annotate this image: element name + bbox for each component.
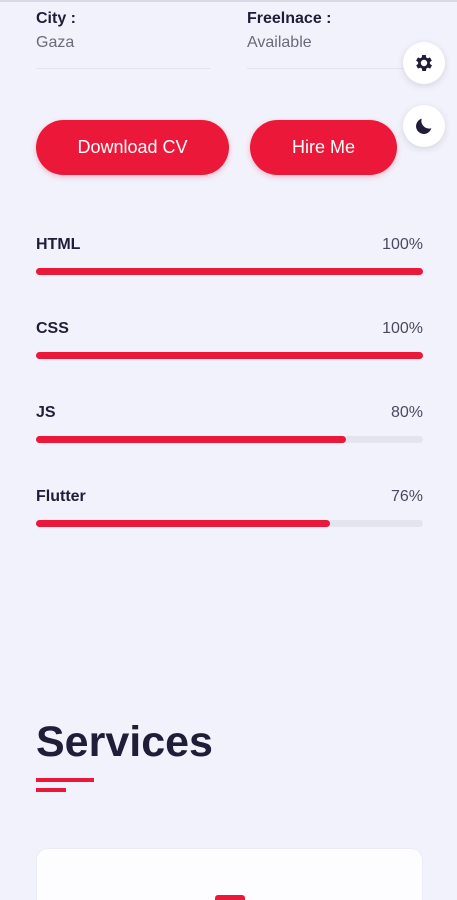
city-info: City : Gaza bbox=[36, 8, 211, 69]
skill-percent: 100% bbox=[382, 236, 423, 253]
skill-percent: 100% bbox=[382, 320, 423, 337]
freelance-value: Available bbox=[247, 34, 312, 51]
freelance-label: Freelnace : bbox=[247, 10, 332, 27]
skill-name: JS bbox=[36, 404, 56, 421]
skill-progress-track bbox=[36, 352, 423, 359]
title-underline bbox=[36, 778, 94, 782]
skills-list: HTML 100% CSS 100% JS 80% Flutter 76% bbox=[36, 234, 423, 570]
moon-icon bbox=[416, 118, 432, 134]
top-divider bbox=[0, 0, 457, 2]
skill-progress-track bbox=[36, 436, 423, 443]
title-underline-short bbox=[36, 788, 66, 792]
skill-item-flutter: Flutter 76% bbox=[36, 486, 423, 570]
skill-progress-fill bbox=[36, 520, 331, 527]
skill-item-js: JS 80% bbox=[36, 402, 423, 486]
section-title-services: Services bbox=[36, 718, 213, 766]
skill-item-css: CSS 100% bbox=[36, 318, 423, 402]
service-card[interactable] bbox=[36, 848, 423, 900]
skill-progress-fill bbox=[36, 268, 423, 275]
freelance-info: Freelnace : Available bbox=[247, 8, 422, 69]
download-cv-button[interactable]: Download CV bbox=[36, 120, 229, 175]
skill-progress-track bbox=[36, 520, 423, 527]
city-label: City : bbox=[36, 10, 76, 27]
hire-me-button[interactable]: Hire Me bbox=[250, 120, 397, 175]
skill-progress-track bbox=[36, 268, 423, 275]
theme-toggle-button[interactable] bbox=[403, 105, 445, 147]
skill-percent: 80% bbox=[390, 404, 423, 421]
skill-name: HTML bbox=[36, 236, 81, 253]
service-icon bbox=[215, 895, 245, 900]
settings-button[interactable] bbox=[403, 42, 445, 84]
skill-name: Flutter bbox=[36, 488, 86, 505]
skill-progress-fill bbox=[36, 436, 346, 443]
skill-progress-fill bbox=[36, 352, 423, 359]
skill-item-html: HTML 100% bbox=[36, 234, 423, 318]
personal-info: City : Gaza Freelnace : Available bbox=[36, 8, 422, 69]
gear-icon bbox=[416, 55, 432, 71]
city-value: Gaza bbox=[36, 34, 75, 51]
skill-name: CSS bbox=[36, 320, 69, 337]
skill-percent: 76% bbox=[390, 488, 423, 505]
